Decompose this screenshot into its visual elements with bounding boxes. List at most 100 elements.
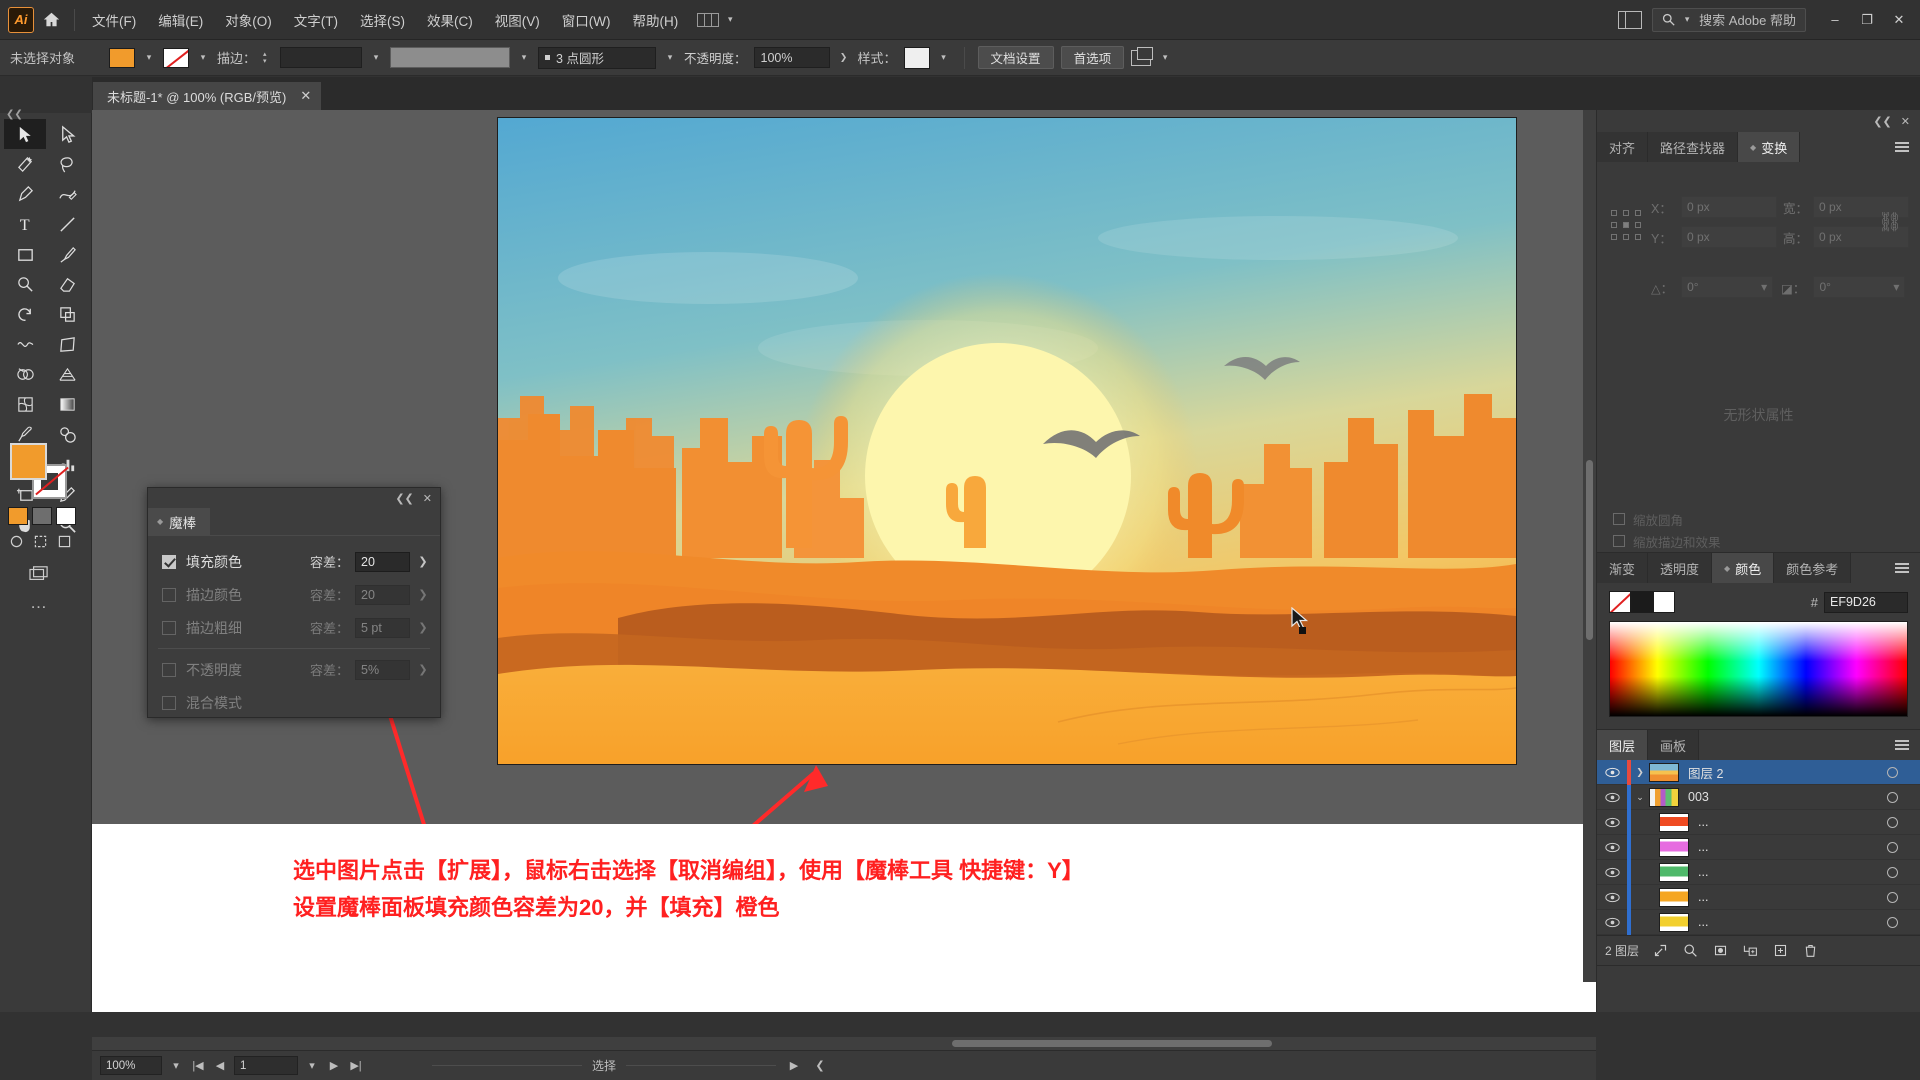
- scrollbar-thumb[interactable]: [952, 1040, 1272, 1047]
- vertical-scrollbar[interactable]: [1583, 110, 1596, 982]
- panel-toggle-icon[interactable]: [1618, 10, 1643, 29]
- first-artboard-icon[interactable]: |◀: [190, 1059, 206, 1072]
- stroke-color-checkbox[interactable]: [162, 587, 176, 602]
- target-icon[interactable]: [1876, 916, 1908, 928]
- change-screen-mode-icon[interactable]: [28, 565, 50, 588]
- tab-transform[interactable]: ◆ 变换: [1738, 132, 1801, 162]
- target-icon[interactable]: [1876, 866, 1908, 878]
- layer-name[interactable]: ...: [1698, 815, 1876, 829]
- new-layer-icon[interactable]: [1765, 936, 1795, 966]
- width-tool[interactable]: [4, 329, 46, 359]
- tab-color[interactable]: ◆ 颜色: [1712, 553, 1775, 583]
- artboard[interactable]: [498, 118, 1596, 764]
- visibility-icon[interactable]: [1597, 867, 1627, 878]
- toolbar-collapse-icon[interactable]: ❮❮: [6, 109, 23, 120]
- layer-row-sublayer-4[interactable]: ...: [1597, 884, 1920, 910]
- horizontal-scrollbar[interactable]: [92, 1037, 1596, 1050]
- stroke-weight-tolerance-input[interactable]: 5 pt: [355, 617, 410, 638]
- menu-select[interactable]: 选择(S): [349, 0, 416, 40]
- arrange-documents-icon[interactable]: [1131, 46, 1154, 66]
- width-profile-dropdown-icon[interactable]: ▾: [517, 48, 531, 68]
- fill-stroke-indicator[interactable]: [10, 443, 70, 499]
- visibility-icon[interactable]: [1597, 767, 1627, 778]
- menu-type[interactable]: 文字(T): [283, 0, 349, 40]
- x-input[interactable]: 0 px: [1681, 196, 1777, 218]
- stroke-weight-expand-icon[interactable]: ❯: [416, 621, 430, 634]
- draw-behind-icon[interactable]: [32, 533, 49, 550]
- restore-button[interactable]: ❐: [1852, 5, 1882, 35]
- reference-point-selector[interactable]: [1611, 210, 1641, 240]
- row-fill-color[interactable]: 填充颜色 容差： 20 ❯: [148, 545, 440, 578]
- row-blending-mode[interactable]: 混合模式: [148, 686, 440, 719]
- target-icon[interactable]: [1876, 891, 1908, 903]
- color-button[interactable]: [8, 507, 28, 525]
- menu-effect[interactable]: 效果(C): [416, 0, 484, 40]
- gradient-tool[interactable]: [46, 389, 88, 419]
- menu-edit[interactable]: 编辑(E): [147, 0, 214, 40]
- layer-name[interactable]: 003: [1688, 790, 1876, 804]
- variable-width-profile[interactable]: [390, 47, 511, 68]
- scrollbar-thumb[interactable]: [1586, 460, 1593, 640]
- draw-inside-icon[interactable]: [56, 533, 73, 550]
- line-segment-tool[interactable]: [46, 209, 88, 239]
- rotate-tool[interactable]: [4, 299, 46, 329]
- scale-tool[interactable]: [46, 299, 88, 329]
- chevron-down-icon[interactable]: ▾: [168, 1059, 184, 1072]
- brush-definition[interactable]: 3 点圆形: [538, 46, 657, 69]
- target-icon[interactable]: [1876, 841, 1908, 853]
- paintbrush-tool[interactable]: [46, 239, 88, 269]
- visibility-icon[interactable]: [1597, 917, 1627, 928]
- opacity-checkbox[interactable]: [162, 662, 176, 677]
- none-button[interactable]: [56, 507, 76, 525]
- tab-artboards[interactable]: 画板: [1648, 730, 1700, 760]
- white-swatch[interactable]: [1653, 591, 1675, 613]
- y-input[interactable]: 0 px: [1681, 226, 1777, 248]
- stroke-dropdown-icon[interactable]: ▾: [196, 48, 210, 68]
- document-tab[interactable]: 未标题-1* @ 100% (RGB/预览) ✕: [92, 81, 323, 110]
- search-icon[interactable]: [1675, 936, 1705, 966]
- target-icon[interactable]: [1876, 816, 1908, 828]
- fill-color-checkbox[interactable]: [162, 554, 176, 569]
- workspace-switcher[interactable]: ▾: [689, 0, 745, 40]
- visibility-icon[interactable]: [1597, 842, 1627, 853]
- none-swatch[interactable]: [1609, 591, 1631, 613]
- document-setup-button[interactable]: 文档设置: [977, 46, 1054, 69]
- tab-gradient[interactable]: 渐变: [1597, 553, 1649, 583]
- preferences-button[interactable]: 首选项: [1060, 46, 1125, 69]
- rectangle-tool[interactable]: [4, 239, 46, 269]
- stroke-tolerance-expand-icon[interactable]: ❯: [416, 588, 430, 601]
- shaper-tool[interactable]: [4, 269, 46, 299]
- perspective-grid-tool[interactable]: [46, 359, 88, 389]
- tab-layers[interactable]: 图层: [1597, 730, 1649, 760]
- layer-row-图层-2[interactable]: ❯ 图层 2: [1597, 759, 1920, 785]
- visibility-icon[interactable]: [1597, 817, 1627, 828]
- layer-name[interactable]: ...: [1698, 915, 1876, 929]
- constrain-proportions-icon[interactable]: ⛓: [1878, 210, 1902, 234]
- stroke-weight-dropdown-icon[interactable]: ▾: [369, 48, 383, 68]
- brush-dropdown-icon[interactable]: ▾: [663, 48, 677, 68]
- menu-help[interactable]: 帮助(H): [621, 0, 689, 40]
- row-opacity[interactable]: 不透明度 容差： 5% ❯: [148, 653, 440, 686]
- layer-name[interactable]: 图层 2: [1688, 763, 1876, 782]
- selection-tool[interactable]: [4, 119, 46, 149]
- free-transform-tool[interactable]: [46, 329, 88, 359]
- previous-artboard-icon[interactable]: ◀: [212, 1059, 228, 1072]
- visibility-icon[interactable]: [1597, 892, 1627, 903]
- scale-strokes-effects-option[interactable]: 缩放描边和效果: [1613, 530, 1904, 552]
- scale-corners-option[interactable]: 缩放圆角: [1613, 508, 1904, 530]
- shear-input[interactable]: 0° ▾: [1813, 276, 1906, 298]
- chevron-down-icon[interactable]: ▾: [304, 1059, 320, 1072]
- shape-builder-tool[interactable]: [4, 359, 46, 389]
- close-button[interactable]: ✕: [1884, 5, 1914, 35]
- stroke-stepper[interactable]: ▴ ▾: [263, 51, 273, 65]
- tab-align[interactable]: 对齐: [1597, 132, 1649, 162]
- layers-panel-menu-icon[interactable]: [1884, 730, 1920, 760]
- lasso-tool[interactable]: [46, 149, 88, 179]
- layer-row-sublayer-2[interactable]: ...: [1597, 834, 1920, 860]
- row-stroke-color[interactable]: 描边颜色 容差： 20 ❯: [148, 578, 440, 611]
- black-swatch[interactable]: [1631, 591, 1653, 613]
- close-icon[interactable]: ✕: [300, 88, 311, 104]
- tab-pathfinder[interactable]: 路径查找器: [1648, 132, 1739, 162]
- tab-color-guide[interactable]: 颜色参考: [1774, 553, 1852, 583]
- checkbox-icon[interactable]: [1613, 513, 1625, 525]
